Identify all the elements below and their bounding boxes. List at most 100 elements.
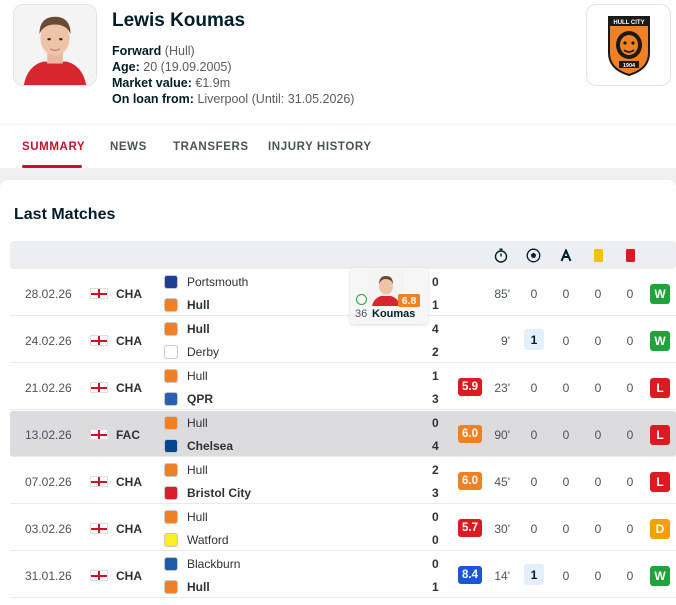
competition[interactable]: CHA (116, 334, 142, 348)
section-title: Last Matches (14, 206, 116, 223)
home-score: 0 (432, 557, 439, 571)
match-row[interactable]: 03.02.26 CHA Hull 0 Watford 0 5.7 30' 0 0 0 0 D (10, 505, 676, 551)
away-team[interactable]: Bristol City (164, 486, 251, 500)
match-date: 31.01.26 (25, 569, 72, 583)
competition[interactable]: CHA (116, 287, 142, 301)
competition[interactable]: CHA (116, 569, 142, 583)
competition[interactable]: CHA (116, 475, 142, 489)
stopwatch-icon (493, 247, 509, 263)
red-cards: 0 (626, 475, 634, 489)
red-cards: 0 (626, 381, 634, 395)
red-cards: 0 (626, 428, 634, 442)
match-row[interactable]: 21.02.26 CHA Hull 1 QPR 3 5.9 23' 0 0 0 0 L (10, 364, 676, 410)
yellow-cards: 0 (594, 381, 602, 395)
assists: 0 (562, 522, 570, 536)
tab-injury-history[interactable]: INJURY HISTORY (268, 141, 372, 153)
competition[interactable]: FAC (116, 428, 140, 442)
assists: 0 (562, 475, 570, 489)
player-rating: 5.9 (458, 378, 482, 396)
goals: 0 (530, 428, 538, 442)
ball-icon (525, 247, 541, 263)
market-label: Market value: (112, 76, 192, 90)
player-rating: 8.4 (458, 566, 482, 584)
tab-summary[interactable]: SUMMARY (22, 141, 85, 153)
player-photo (13, 4, 97, 86)
match-date: 21.02.26 (25, 381, 72, 395)
home-team[interactable]: Hull (164, 369, 208, 383)
minutes-played: 90' (494, 428, 510, 442)
away-team-name: Hull (187, 580, 210, 594)
matches-table-header (10, 241, 676, 269)
england-flag-icon (90, 382, 108, 393)
profile-tabs: SUMMARY NEWS TRANSFERS INJURY HISTORY (0, 124, 676, 168)
home-score: 1 (432, 369, 439, 383)
home-team-crest-icon (164, 322, 178, 336)
red-cards: 0 (626, 569, 634, 583)
assists: 0 (562, 334, 570, 348)
player-market-value: Market value: €1.9m (112, 76, 230, 90)
england-flag-icon (90, 476, 108, 487)
player-name: Lewis Koumas (112, 10, 246, 31)
match-row[interactable]: 24.02.26 CHA Hull 4 Derby 2 9' 1 0 0 0 W (10, 317, 676, 363)
competition[interactable]: CHA (116, 522, 142, 536)
match-result-badge: W (650, 284, 670, 304)
home-team[interactable]: Hull (164, 322, 210, 336)
home-score: 2 (432, 463, 439, 477)
away-team[interactable]: QPR (164, 392, 213, 406)
goals: 0 (530, 381, 538, 395)
match-row[interactable]: 13.02.26 FAC Hull 0 Chelsea 4 6.0 90' 0 0 0 0 L (10, 411, 676, 457)
home-team[interactable]: Blackburn (164, 557, 240, 571)
assists: 0 (562, 287, 570, 301)
minutes-played: 45' (494, 475, 510, 489)
away-team[interactable]: Chelsea (164, 439, 233, 453)
player-rating: 6.0 (458, 472, 482, 490)
away-team-name: QPR (187, 392, 214, 406)
match-date: 13.02.26 (25, 428, 72, 442)
yellow-cards: 0 (594, 569, 602, 583)
home-team-name: Hull (187, 416, 208, 430)
away-team[interactable]: Derby (164, 345, 219, 359)
minutes-played: 14' (494, 569, 510, 583)
yellow-cards: 0 (594, 522, 602, 536)
match-result-badge: L (650, 425, 670, 445)
away-team-name: Derby (187, 345, 220, 359)
home-team-name: Hull (187, 463, 208, 477)
home-team-name: Blackburn (187, 557, 241, 571)
minutes-played: 23' (494, 381, 510, 395)
away-score: 1 (432, 580, 439, 594)
away-team[interactable]: Hull (164, 580, 210, 594)
away-team[interactable]: Watford (164, 533, 229, 547)
away-score: 3 (432, 486, 439, 500)
home-score: 0 (432, 416, 439, 430)
home-team-crest-icon (164, 416, 178, 430)
england-flag-icon (90, 429, 108, 440)
away-team-crest-icon (164, 298, 178, 312)
away-team-name: Watford (187, 533, 229, 547)
goals: 0 (530, 475, 538, 489)
home-team[interactable]: Portsmouth (164, 275, 248, 289)
position-club[interactable]: (Hull) (165, 44, 195, 58)
home-score: 4 (432, 322, 439, 336)
match-row[interactable]: 28.02.26 CHA Portsmouth 0 Hull 1 85' 0 0 0 0 W (10, 270, 676, 316)
home-team[interactable]: Hull (164, 510, 208, 524)
popup-rating: 6.8 (398, 294, 420, 307)
club-logo[interactable]: HULL CITY 1904 (586, 4, 671, 86)
assists: 0 (562, 569, 570, 583)
match-row[interactable]: 31.01.26 CHA Blackburn 0 Hull 1 8.4 14' 1 0 0 0 W (10, 552, 676, 598)
player-photo-image (14, 5, 96, 85)
away-team-name: Bristol City (187, 486, 252, 500)
club-logo-top-text: HULL CITY (613, 20, 644, 26)
away-score: 3 (432, 392, 439, 406)
loan-value[interactable]: Liverpool (Until: 31.05.2026) (197, 92, 354, 106)
home-team[interactable]: Hull (164, 416, 208, 430)
age-label: Age: (112, 60, 140, 74)
tab-transfers[interactable]: TRANSFERS (173, 141, 249, 153)
match-row[interactable]: 07.02.26 CHA Hull 2 Bristol City 3 6.0 45' 0 0 0 0 L (10, 458, 676, 504)
match-result-badge: D (650, 519, 670, 539)
away-team[interactable]: Hull (164, 298, 210, 312)
competition[interactable]: CHA (116, 381, 142, 395)
home-team[interactable]: Hull (164, 463, 208, 477)
away-team-crest-icon (164, 439, 178, 453)
tab-news[interactable]: NEWS (110, 141, 147, 153)
red-cards: 0 (626, 522, 634, 536)
